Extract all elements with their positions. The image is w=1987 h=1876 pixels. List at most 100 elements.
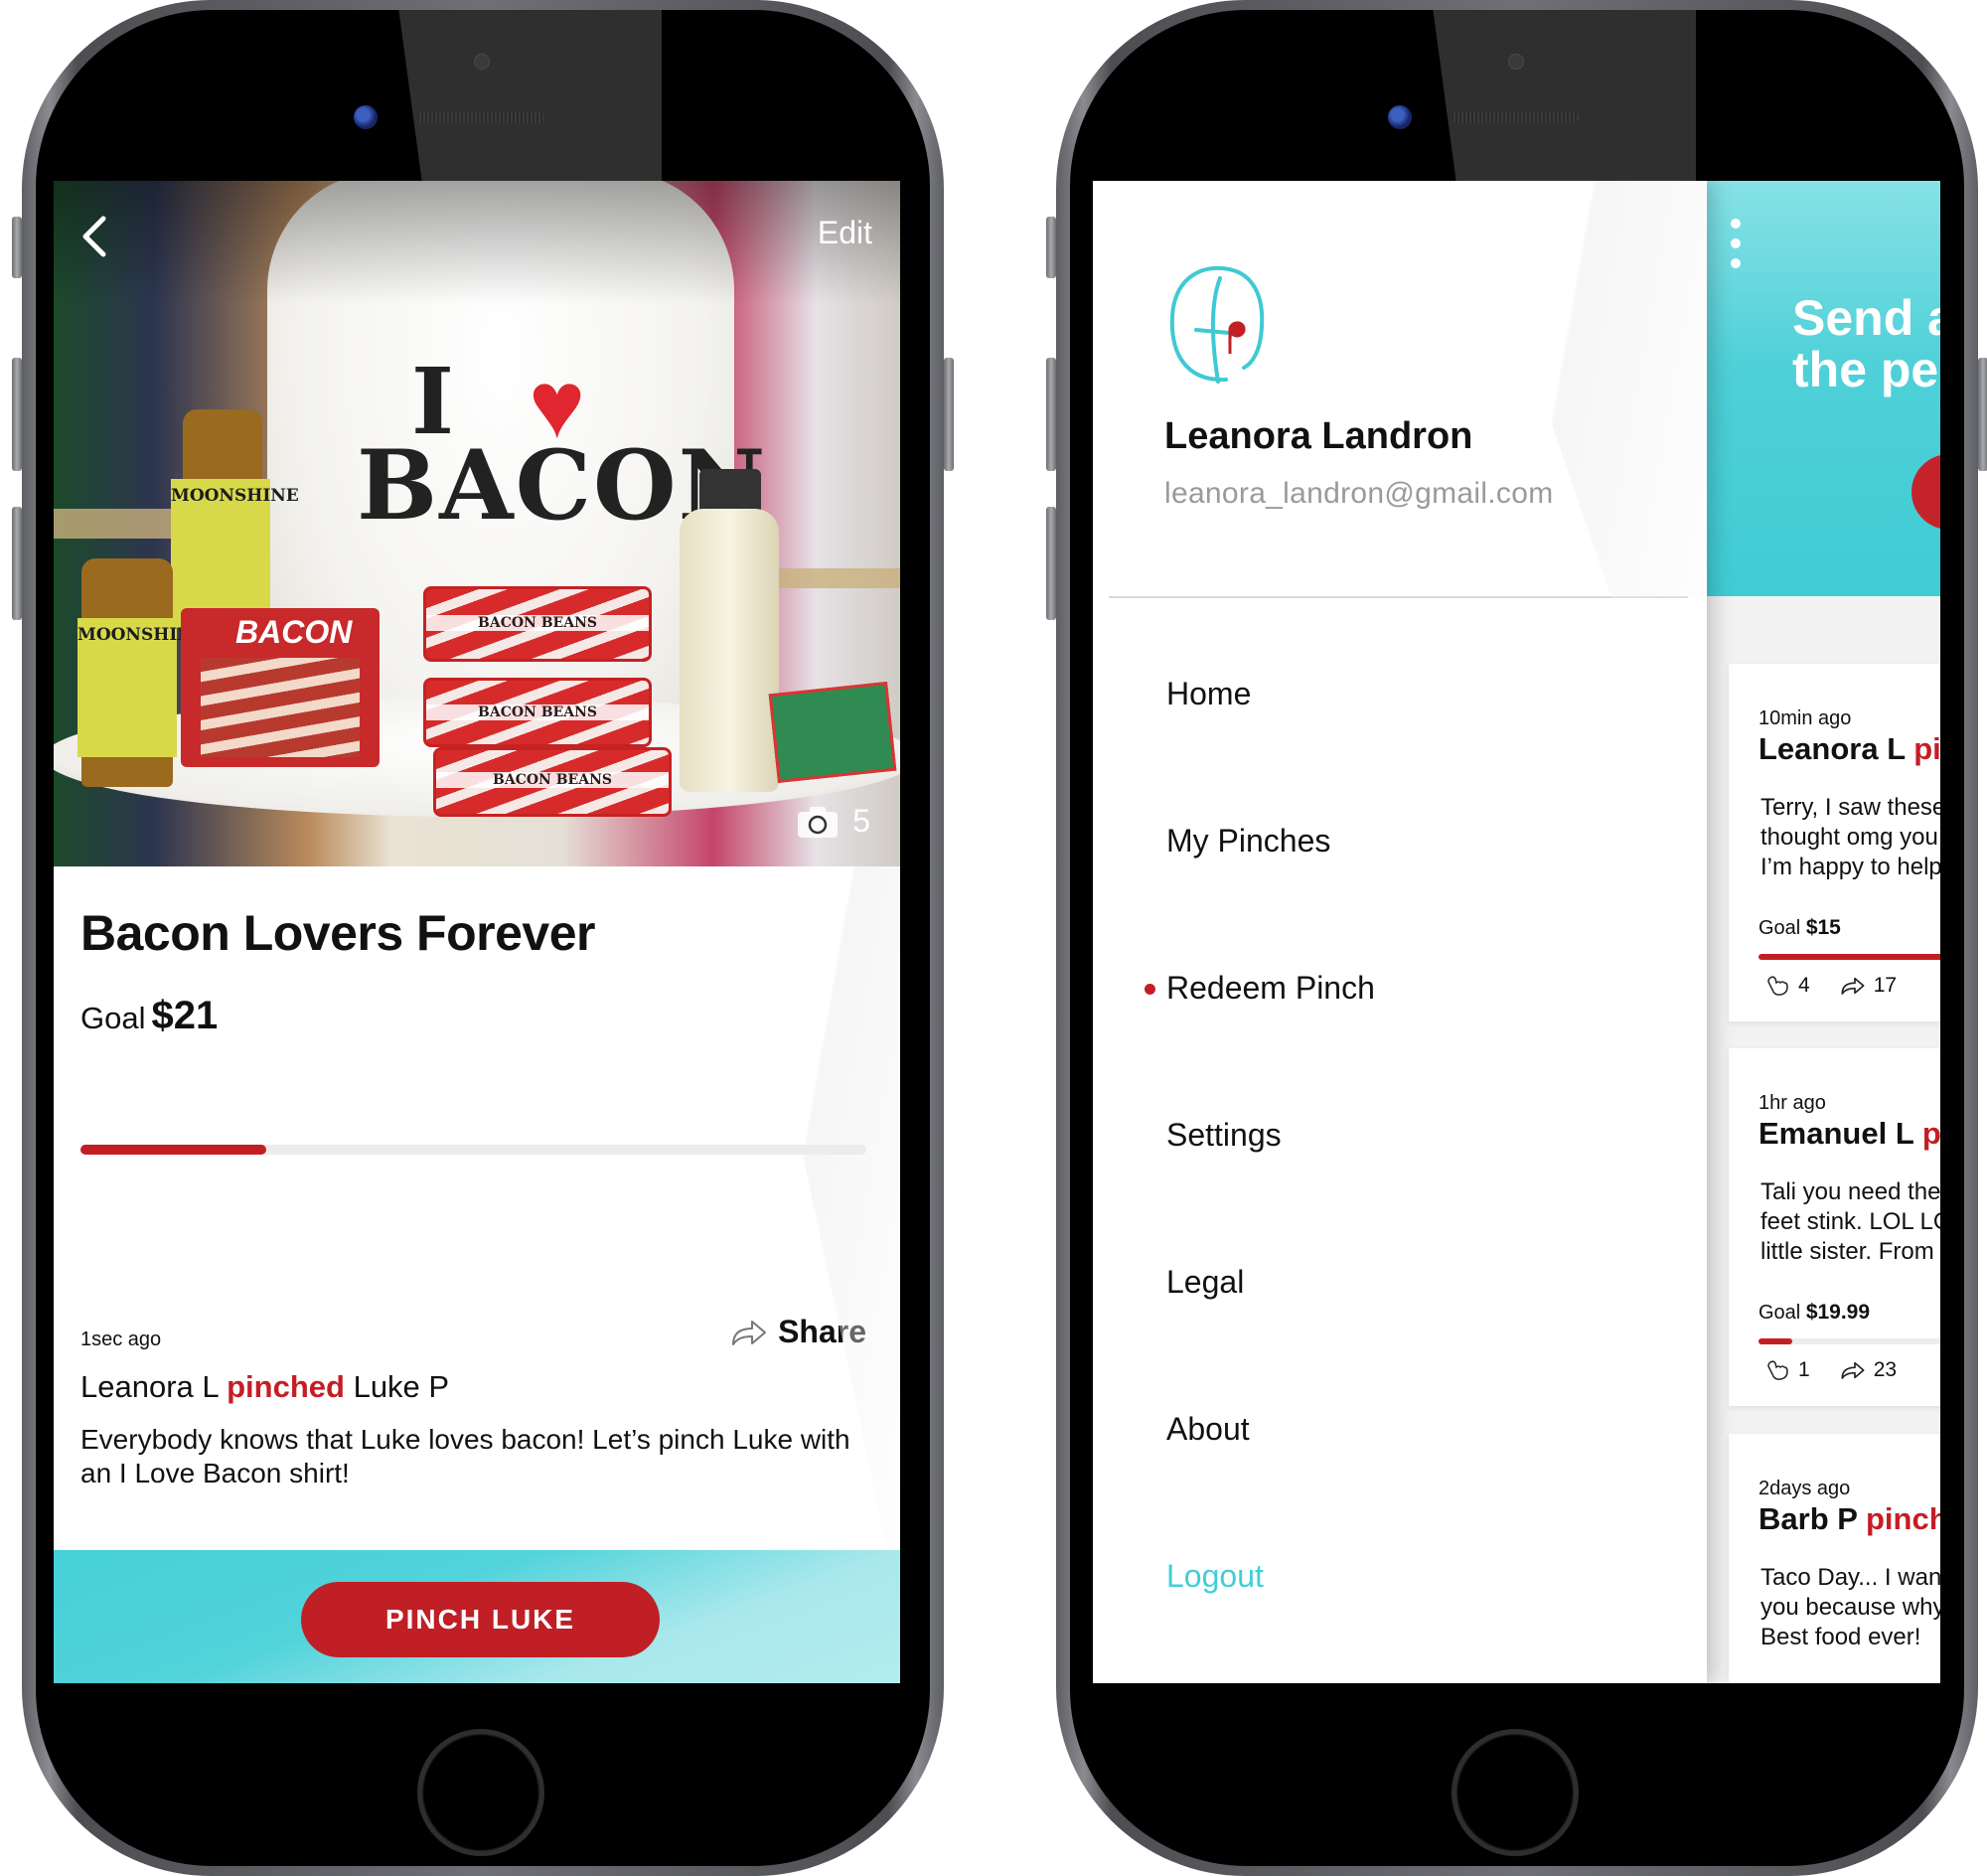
card-timestamp: 1hr ago bbox=[1758, 1092, 1826, 1114]
card-sender: Leanora L bbox=[1758, 731, 1906, 766]
menu-item-label: My Pinches bbox=[1166, 823, 1331, 859]
menu-item-label: Home bbox=[1166, 676, 1252, 711]
share-icon bbox=[732, 1320, 767, 1345]
card-message: Tali you need the feet stink. LOL LOL li… bbox=[1760, 1177, 1940, 1267]
card-message-line: Taco Day... I want bbox=[1760, 1564, 1940, 1591]
card-message: Taco Day... I want you because why Best … bbox=[1760, 1563, 1940, 1652]
front-camera bbox=[354, 105, 378, 129]
share-count-value: 23 bbox=[1873, 1358, 1898, 1381]
pinch-timestamp: 1sec ago bbox=[80, 1329, 162, 1350]
card-message: Terry, I saw these thought omg you I’m h… bbox=[1760, 793, 1940, 882]
card-goal-label: Goal bbox=[1758, 917, 1801, 939]
menu-item-label: Legal bbox=[1166, 1264, 1245, 1300]
promo-line-2: the pe bbox=[1792, 342, 1939, 397]
goal-progress-bar bbox=[80, 1145, 866, 1155]
home-button[interactable] bbox=[417, 1729, 544, 1856]
pinch-count-value: 1 bbox=[1798, 1358, 1810, 1381]
card-message-line: thought omg you bbox=[1760, 824, 1938, 851]
pinch-goal: Goal $21 bbox=[80, 994, 218, 1038]
card-stats: 1 23 bbox=[1766, 1358, 1926, 1382]
card-message-line: I’m happy to help bbox=[1760, 854, 1940, 880]
pinch-luke-button[interactable]: PINCH LUKE bbox=[301, 1582, 660, 1657]
card-progress-bar bbox=[1758, 1338, 1940, 1344]
share-count[interactable]: 17 bbox=[1840, 974, 1897, 998]
pinch-photo[interactable]: I ♥ BACON MOONSHINE MOONSHINE BACON BACO… bbox=[54, 181, 900, 866]
card-goal: Goal $19.99 bbox=[1758, 1301, 1870, 1325]
card-message-line: Terry, I saw these bbox=[1760, 794, 1940, 821]
feed-card[interactable]: 10min ago Leanora L pinched Terry, I saw… bbox=[1729, 664, 1940, 1021]
goal-label: Goal bbox=[80, 1001, 146, 1035]
pinch-verb: pinched bbox=[227, 1369, 345, 1404]
menu-item-redeem-pinch[interactable]: Redeem Pinch bbox=[1145, 970, 1375, 1007]
card-progress-bar bbox=[1758, 954, 1940, 960]
volume-down-button bbox=[1046, 507, 1056, 620]
pinch-sender[interactable]: Leanora L bbox=[80, 1369, 218, 1404]
menu-item-legal[interactable]: Legal bbox=[1166, 1264, 1244, 1301]
menu-item-label: Redeem Pinch bbox=[1166, 970, 1375, 1006]
mute-switch bbox=[12, 217, 22, 278]
share-button[interactable]: Share bbox=[730, 1314, 866, 1350]
menu-item-about[interactable]: About bbox=[1166, 1411, 1250, 1448]
pinch-headline: Leanora L pinched Luke P bbox=[80, 1369, 449, 1405]
front-camera bbox=[1388, 105, 1412, 129]
feed-card[interactable]: 1hr ago Emanuel L pinched Tali you need … bbox=[1729, 1048, 1940, 1406]
side-drawer: Leanora Landron leanora_landron@gmail.co… bbox=[1093, 181, 1707, 1683]
volume-up-button bbox=[1046, 358, 1056, 471]
home-button[interactable] bbox=[1452, 1729, 1579, 1856]
card-progress-fill bbox=[1758, 954, 1940, 960]
card-headline: Barb P pinched bbox=[1758, 1501, 1940, 1537]
share-label: Share bbox=[778, 1314, 866, 1349]
photo-count[interactable]: 5 bbox=[797, 803, 870, 840]
pinch-count[interactable]: 4 bbox=[1766, 974, 1810, 998]
pinch-count[interactable]: 1 bbox=[1766, 1358, 1810, 1382]
kebab-menu-icon[interactable] bbox=[1729, 219, 1743, 276]
card-headline: Emanuel L pinched bbox=[1758, 1116, 1940, 1152]
user-name: Leanora Landron bbox=[1164, 415, 1473, 457]
card-message-line: you because why bbox=[1760, 1594, 1940, 1621]
menu-item-home[interactable]: Home bbox=[1166, 676, 1251, 712]
volume-down-button bbox=[12, 507, 22, 620]
proximity-sensor bbox=[474, 54, 490, 70]
card-goal: Goal $15 bbox=[1758, 916, 1841, 940]
feed-header: Send a the pe bbox=[1707, 181, 1940, 596]
card-timestamp: 2days ago bbox=[1758, 1478, 1851, 1499]
card-verb: pinched bbox=[1921, 1116, 1940, 1151]
logout-button[interactable]: Logout bbox=[1166, 1558, 1264, 1595]
pinch-recipient[interactable]: Luke P bbox=[354, 1369, 450, 1404]
menu-screen: Send a the pe 10min ago Leanora L pinche… bbox=[1093, 181, 1940, 1683]
menu-item-my-pinches[interactable]: My Pinches bbox=[1166, 823, 1330, 860]
share-count[interactable]: 23 bbox=[1840, 1358, 1897, 1382]
back-button[interactable] bbox=[77, 213, 113, 260]
promo-line-1: Send a bbox=[1792, 290, 1940, 346]
pinch-count-value: 4 bbox=[1798, 974, 1810, 997]
hand-pinch-icon bbox=[1767, 976, 1788, 996]
card-message-line: Best food ever! bbox=[1760, 1624, 1921, 1650]
cta-bar: PINCH LUKE bbox=[54, 1550, 900, 1683]
share-icon bbox=[1841, 1361, 1865, 1379]
card-goal-label: Goal bbox=[1758, 1302, 1801, 1324]
drawer-divider bbox=[1109, 596, 1688, 598]
card-sender: Barb P bbox=[1758, 1501, 1858, 1536]
card-message-line: little sister. From bbox=[1760, 1238, 1934, 1265]
menu-item-label: About bbox=[1166, 1411, 1250, 1447]
pinch-message: Everybody knows that Luke loves bacon! L… bbox=[80, 1424, 850, 1488]
card-timestamp: 10min ago bbox=[1758, 707, 1852, 729]
card-stats: 4 17 bbox=[1766, 974, 1926, 998]
hand-pinch-icon bbox=[1767, 1360, 1788, 1380]
card-progress-fill bbox=[1758, 1338, 1792, 1344]
pinch-title: Bacon Lovers Forever bbox=[80, 905, 595, 961]
camera-icon bbox=[798, 806, 839, 838]
user-email: leanora_landron@gmail.com bbox=[1164, 477, 1554, 510]
volume-up-button bbox=[12, 358, 22, 471]
edit-button[interactable]: Edit bbox=[818, 215, 872, 251]
feed-card[interactable]: 2days ago Barb P pinched Taco Day... I w… bbox=[1729, 1434, 1940, 1683]
card-goal-amount: $19.99 bbox=[1805, 1301, 1871, 1324]
pinch-feed: Send a the pe 10min ago Leanora L pinche… bbox=[1707, 181, 1940, 1683]
photo-count-value: 5 bbox=[852, 803, 870, 839]
goal-amount: $21 bbox=[151, 994, 219, 1037]
promo-button[interactable] bbox=[1911, 454, 1940, 530]
chevron-left-icon bbox=[82, 216, 106, 257]
menu-item-settings[interactable]: Settings bbox=[1166, 1117, 1282, 1154]
photo-shade bbox=[54, 181, 900, 866]
card-message-line: feet stink. LOL LOL bbox=[1760, 1208, 1940, 1235]
